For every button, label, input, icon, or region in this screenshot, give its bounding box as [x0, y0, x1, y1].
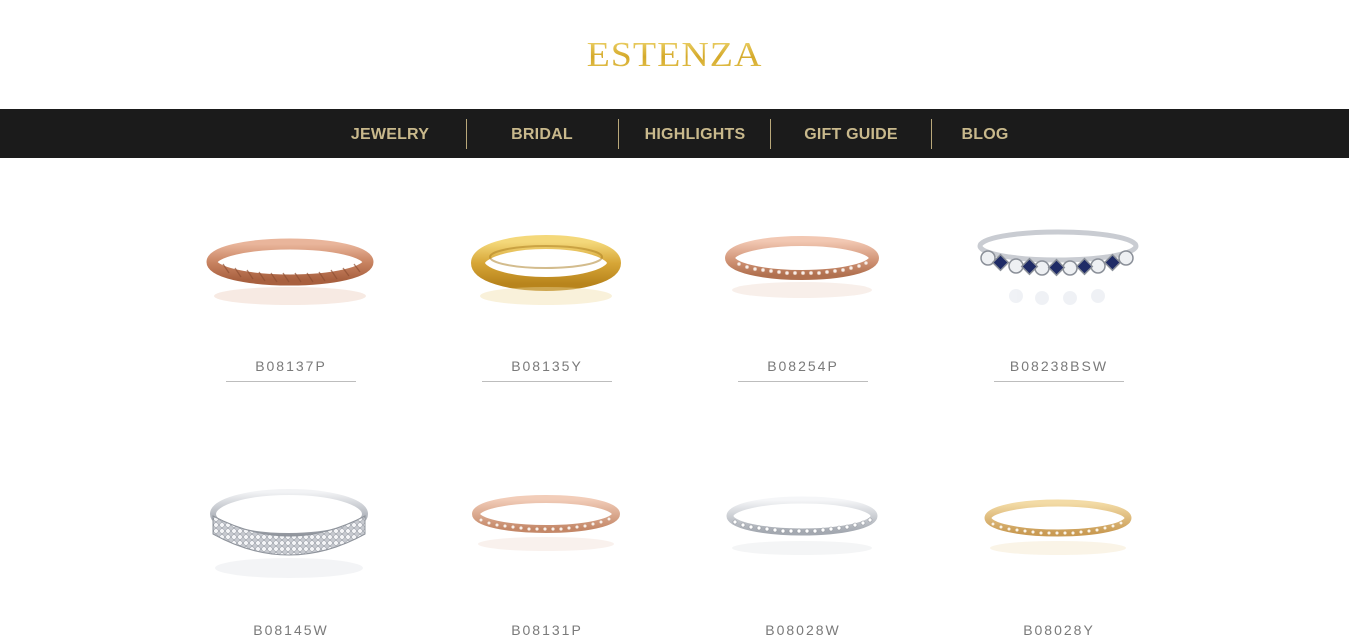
nav-item-blog[interactable]: BLOG: [950, 109, 1020, 158]
nav-item-bridal[interactable]: BRIDAL: [490, 109, 594, 158]
site-header: ESTENZA: [0, 0, 1349, 109]
product-sku[interactable]: B08145W: [226, 622, 356, 635]
ring-icon: [210, 489, 368, 578]
product-image-rose-double-pave[interactable]: [457, 444, 637, 594]
nav-divider: [466, 119, 467, 149]
product-image-white-thin-pave[interactable]: [713, 444, 893, 594]
brand-logo[interactable]: ESTENZA: [587, 34, 763, 74]
ring-icon: [977, 229, 1139, 305]
product-image-rose-pave-band[interactable]: [713, 180, 893, 330]
product-sku[interactable]: B08135Y: [482, 358, 612, 374]
product-sku[interactable]: B08254P: [738, 358, 868, 374]
nav-divider: [931, 119, 932, 149]
product-image-yellow-band[interactable]: [457, 180, 637, 330]
main-nav: JEWELRY BRIDAL HIGHLIGHTS GIFT GUIDE BLO…: [0, 109, 1349, 158]
sku-underline: [482, 381, 612, 382]
ring-icon: [472, 495, 620, 551]
sku-underline: [994, 381, 1124, 382]
product-sku[interactable]: B08028W: [738, 622, 868, 635]
sku-underline: [226, 381, 356, 382]
nav-item-highlights[interactable]: HIGHLIGHTS: [636, 109, 754, 158]
sku-underline: [738, 381, 868, 382]
product-sku[interactable]: B08137P: [226, 358, 356, 374]
nav-item-gift-guide[interactable]: GIFT GUIDE: [790, 109, 912, 158]
ring-icon: [471, 235, 621, 305]
product-image-rose-twisted-ring[interactable]: [201, 180, 381, 330]
ring-icon: [726, 496, 878, 555]
product-sku[interactable]: B08028Y: [994, 622, 1124, 635]
product-image-sapphire-band[interactable]: [969, 180, 1149, 330]
product-sku[interactable]: B08238BSW: [994, 358, 1124, 374]
product-image-yellow-thin-pave[interactable]: [969, 444, 1149, 594]
product-grid: B08137P B08135Y B08254P B08238BSW B08145…: [0, 158, 1349, 635]
ring-icon: [725, 236, 879, 298]
nav-item-jewelry[interactable]: JEWELRY: [338, 109, 442, 158]
product-image-white-pave-dome[interactable]: [201, 444, 381, 594]
nav-divider: [618, 119, 619, 149]
ring-icon: [984, 499, 1132, 555]
nav-divider: [770, 119, 771, 149]
product-sku[interactable]: B08131P: [482, 622, 612, 635]
ring-icon: [206, 238, 374, 305]
